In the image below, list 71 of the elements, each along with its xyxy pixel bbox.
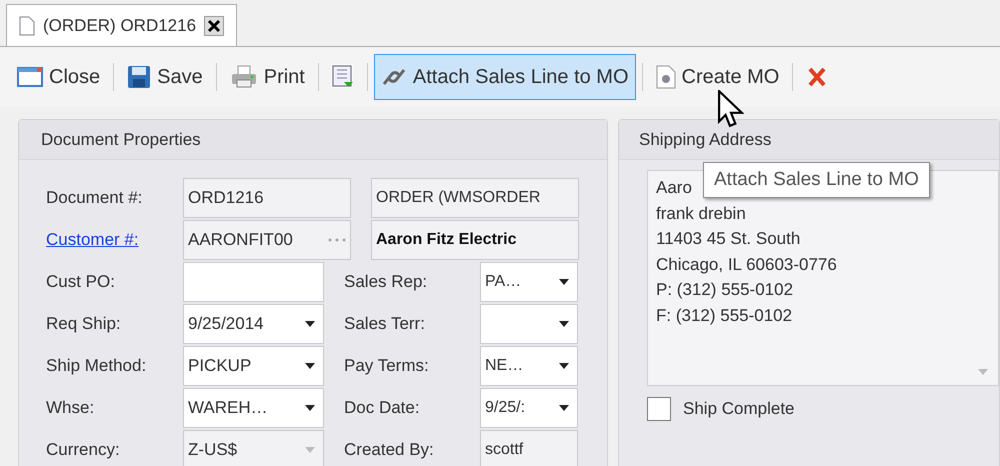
address-line: 11403 45 St. South [656,228,800,250]
address-line: Chicago, IL 60603-0776 [656,254,837,276]
input-field[interactable]: AARONFIT00 [183,220,351,260]
ellipsis-icon[interactable] [328,238,346,242]
field-value: ORD1216 [188,187,265,210]
address-line: F: (312) 555-0102 [656,304,792,326]
dropdown-field[interactable]: PICKUP [183,346,324,386]
dropdown-field[interactable]: 9/25/: [480,388,578,428]
dropdown-caret-icon [978,369,988,375]
toolbar-button[interactable]: Save [120,54,210,100]
input-field[interactable] [183,262,324,302]
dropdown-field[interactable]: PA… [480,262,578,302]
dropdown-caret-icon [305,363,315,369]
field-value: ORDER (WMSORDER [376,188,540,208]
toolbar-button[interactable]: Attach Sales Line to MO [374,54,636,100]
field-label: Sales Terr: [344,314,425,334]
toolbar-button[interactable]: Create MO [648,54,786,100]
document-tab[interactable]: (ORDER) ORD1216 [6,4,238,46]
input-field[interactable]: ORDER (WMSORDER [371,178,579,218]
field-label: Whse: [46,398,94,418]
dropdown-caret-icon [305,447,315,453]
field-value: scottf [485,440,524,460]
chain-link-icon [380,66,407,88]
toolbar-button[interactable]: Close [10,54,108,100]
checkbox[interactable] [647,396,671,421]
field-value: PA… [485,272,522,292]
field-label: Sales Rep: [344,272,428,292]
dropdown-caret-icon [559,321,569,327]
field-value: PICKUP [188,355,252,378]
dropdown-field[interactable] [480,304,578,344]
checkbox-label: Ship Complete [683,398,795,420]
field-label: Doc Date: [344,398,420,418]
close-icon[interactable] [204,16,224,36]
dropdown-caret-icon [305,405,315,411]
dropdown-field[interactable]: NE… [480,346,578,386]
dropdown-caret-icon [559,363,569,369]
input-field[interactable]: ORD1216 [183,178,351,218]
field-value: 9/25/2014 [188,313,264,336]
field-label: Document #: [46,188,142,208]
field-label: Created By: [344,440,434,460]
document-icon [19,16,35,36]
tooltip: Attach Sales Line to MO [703,162,930,198]
toolbar-button[interactable]: Print [222,54,312,100]
field-label: Cust PO: [46,272,115,292]
field-value: 9/25/: [485,398,526,418]
dropdown-caret-icon [559,279,569,285]
field-value: NE… [485,356,524,376]
dropdown-field[interactable]: 9/25/2014 [183,304,324,344]
address-line: Aaro [656,177,692,199]
field-label: Req Ship: [46,314,121,334]
field-label: Pay Terms: [344,356,429,376]
panel-title: Document Properties [41,128,201,151]
field-label: Currency: [46,440,120,460]
field-value: WAREH… [188,397,268,420]
field-value: AARONFIT00 [188,229,294,252]
dropdown-field[interactable]: WAREH… [183,388,324,428]
field-label: Ship Method: [46,356,146,376]
address-line: P: (312) 555-0102 [656,279,794,301]
document-gear-icon [656,65,676,89]
delete-icon [806,65,826,89]
customer-link[interactable]: Customer #: [46,230,139,250]
panel-title: Shipping Address [639,128,772,151]
input-field[interactable]: Aaron Fitz Electric [371,220,579,260]
dropdown-caret-icon [559,405,569,411]
address-line: frank drebin [656,202,746,224]
spreadsheet-icon [332,65,354,89]
printer-icon [230,65,258,89]
window-icon [17,66,43,88]
field-value: Aaron Fitz Electric [376,230,516,250]
dropdown-caret-icon [305,321,315,327]
field-value: Z-US$ [188,439,238,462]
